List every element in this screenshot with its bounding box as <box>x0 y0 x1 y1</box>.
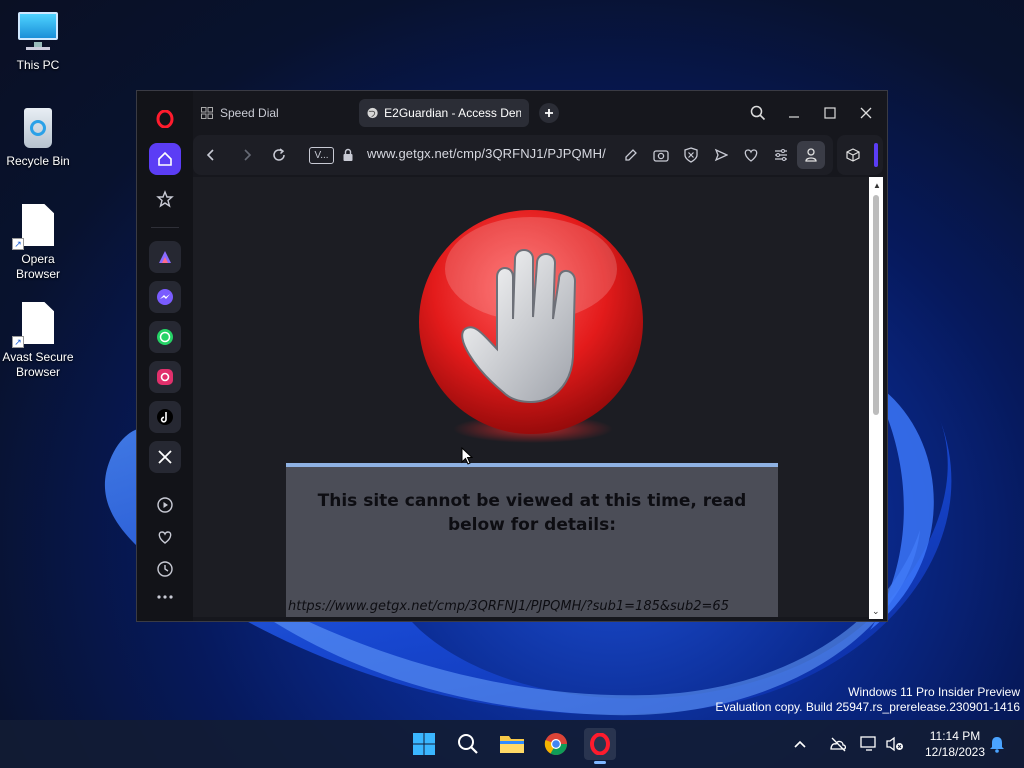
edit-icon[interactable] <box>621 145 641 165</box>
tab-bar: Speed Dial E2Guardian - Access Denie <box>193 91 887 135</box>
more-icon[interactable] <box>149 581 181 613</box>
scroll-down-icon[interactable]: ⌄ <box>872 606 880 617</box>
page-scrollbar[interactable]: ▲ ⌄ <box>869 177 883 619</box>
block-heading: This site cannot be viewed at this time,… <box>317 491 747 535</box>
watermark-line1: Windows 11 Pro Insider Preview <box>848 685 1020 699</box>
new-tab-button[interactable] <box>539 103 559 123</box>
desktop-icon-this-pc[interactable]: This PC <box>0 10 76 73</box>
page-content: This site cannot be viewed at this time,… <box>193 177 869 617</box>
camera-icon[interactable] <box>651 145 671 165</box>
maximize-button[interactable] <box>818 101 842 125</box>
x-twitter-icon[interactable] <box>149 441 181 473</box>
heart-icon[interactable] <box>149 521 181 553</box>
opera-menu-icon[interactable] <box>149 103 181 135</box>
browser-window: Speed Dial E2Guardian - Access Denie V..… <box>136 90 888 622</box>
shortcut-arrow-icon: ↗ <box>12 336 24 348</box>
desktop-icon-label: Recycle Bin <box>6 154 70 168</box>
globe-icon <box>367 107 378 119</box>
volume-muted-icon[interactable] <box>882 728 908 760</box>
block-message-box: This site cannot be viewed at this time,… <box>286 463 778 617</box>
recycle-bin-icon <box>16 106 60 150</box>
chevron-up-icon[interactable] <box>790 728 810 760</box>
tab-speed-dial[interactable]: Speed Dial <box>193 99 343 127</box>
adblock-shield-icon[interactable] <box>681 145 701 165</box>
desktop-icon-label: Avast Secure Browser <box>2 350 74 379</box>
url-text[interactable]: www.getgx.net/cmp/3QRFNJ1/PJPQMH/ <box>367 146 606 161</box>
messenger-icon[interactable] <box>149 281 181 313</box>
desktop-icon-label: This PC <box>16 58 60 72</box>
address-toolbar: V... www.getgx.net/cmp/3QRFNJ1/PJPQMH/ <box>193 135 833 175</box>
watermark-line2: Evaluation copy. Build 25947.rs_prerelea… <box>715 700 1020 714</box>
easy-setup-icon[interactable] <box>771 145 791 165</box>
tab-label: Speed Dial <box>220 106 279 120</box>
minimize-button[interactable] <box>782 101 806 125</box>
file-icon: ↗ <box>12 204 60 250</box>
tiktok-icon[interactable] <box>149 401 181 433</box>
blocked-url-text[interactable]: https://www.getgx.net/cmp/3QRFNJ1/PJPQMH… <box>288 599 729 614</box>
windows-watermark: Windows 11 Pro Insider Preview Evaluatio… <box>715 685 1020 715</box>
shortcut-arrow-icon: ↗ <box>12 238 24 250</box>
reload-button[interactable] <box>269 145 289 165</box>
favorite-heart-icon[interactable] <box>741 145 761 165</box>
whatsapp-icon[interactable] <box>149 321 181 353</box>
chrome-icon[interactable] <box>540 728 572 760</box>
forward-button[interactable] <box>237 145 257 165</box>
desktop-icon-opera-browser[interactable]: ↗ Opera Browser <box>0 204 76 282</box>
stop-hand-icon <box>419 210 643 443</box>
lock-icon[interactable] <box>338 145 358 165</box>
extensions-area <box>837 135 883 175</box>
file-explorer-icon[interactable] <box>496 728 528 760</box>
aria-ai-icon[interactable] <box>149 241 181 273</box>
display-icon[interactable] <box>856 728 882 760</box>
file-icon: ↗ <box>12 302 60 348</box>
profile-icon[interactable] <box>797 141 825 169</box>
scrollbar-thumb[interactable] <box>873 195 879 415</box>
close-button[interactable] <box>854 101 878 125</box>
monitor-icon <box>16 10 60 54</box>
grid-icon <box>201 107 213 119</box>
vpn-badge[interactable]: V... <box>309 147 334 164</box>
sidebar-toggle-indicator[interactable] <box>874 143 878 167</box>
back-button[interactable] <box>201 145 221 165</box>
send-icon[interactable] <box>711 145 731 165</box>
tab-label: E2Guardian - Access Denie <box>384 106 521 120</box>
clock-time: 11:14 PM <box>929 729 981 743</box>
start-windows-icon[interactable] <box>408 728 440 760</box>
desktop-icon-label: Opera Browser <box>15 252 60 281</box>
desktop-icon-recycle-bin[interactable]: Recycle Bin <box>0 106 76 169</box>
player-icon[interactable] <box>149 489 181 521</box>
mouse-cursor-icon <box>461 447 473 465</box>
instagram-icon[interactable] <box>149 361 181 393</box>
scroll-up-icon[interactable]: ▲ <box>873 181 881 190</box>
sidebar <box>137 91 193 621</box>
home-icon[interactable] <box>149 143 181 175</box>
desktop-icon-avast-secure-browser[interactable]: ↗ Avast Secure Browser <box>0 302 76 380</box>
network-offline-icon[interactable] <box>824 728 852 760</box>
taskbar <box>0 720 1024 768</box>
extension-cube-icon[interactable] <box>843 145 863 165</box>
search-icon[interactable] <box>452 728 484 760</box>
clock-date: 12/18/2023 <box>924 745 986 759</box>
opera-taskbar-icon[interactable] <box>584 728 616 764</box>
tab-e2guardian[interactable]: E2Guardian - Access Denie <box>359 99 529 127</box>
tab-search-icon[interactable] <box>746 101 770 125</box>
pinboard-star-icon[interactable] <box>149 183 181 215</box>
taskbar-clock[interactable]: 11:14 PM 12/18/2023 <box>912 728 998 760</box>
